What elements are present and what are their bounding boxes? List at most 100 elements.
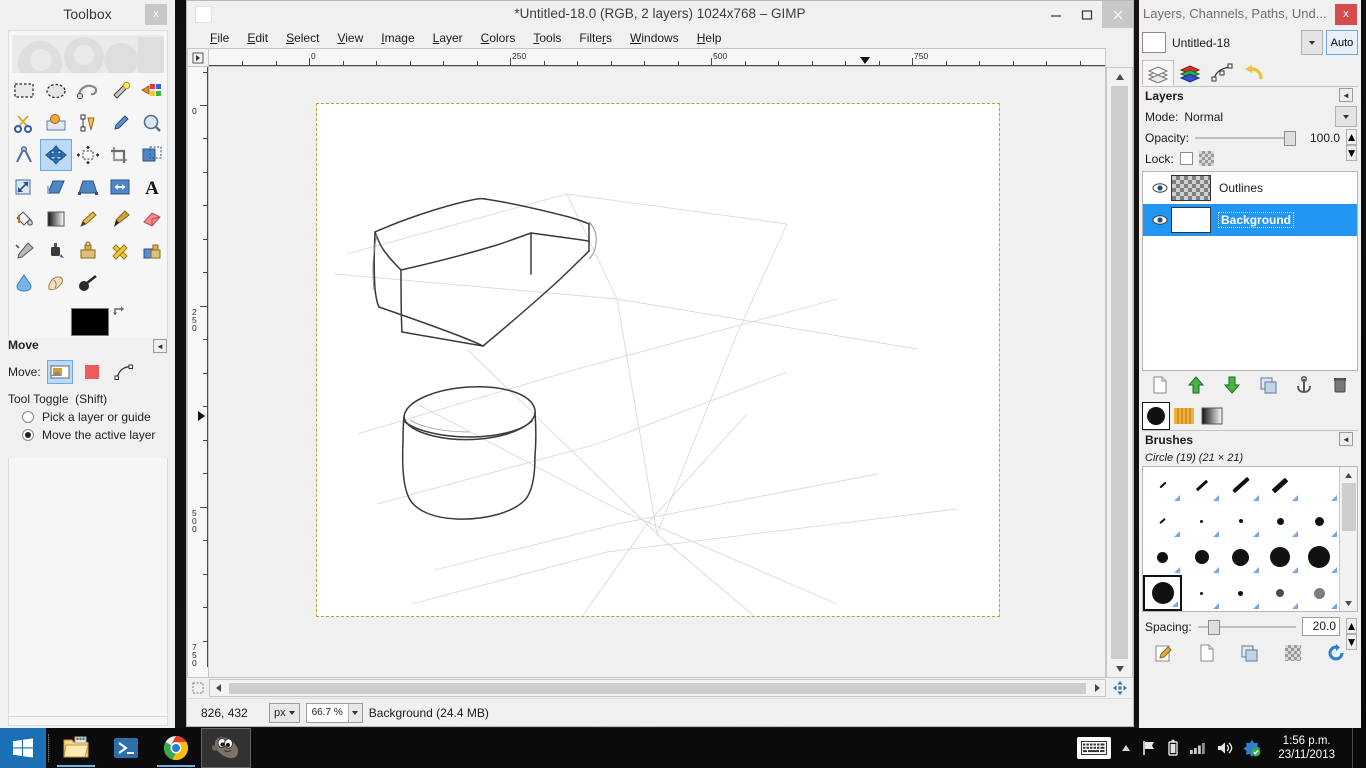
tab-undo-history[interactable] xyxy=(1238,60,1270,86)
move-selection-mode-button[interactable] xyxy=(79,360,105,384)
dodge-burn-tool-icon[interactable] xyxy=(72,267,104,299)
measure-tool-icon[interactable] xyxy=(8,139,40,171)
brush-item[interactable] xyxy=(1261,503,1300,539)
quick-mask-button[interactable] xyxy=(187,679,209,697)
taskbar-chrome[interactable] xyxy=(151,728,201,768)
tab-patterns[interactable] xyxy=(1170,402,1198,430)
new-layer-button[interactable] xyxy=(1147,374,1173,396)
bucket-fill-tool-icon[interactable] xyxy=(8,203,40,235)
gradient-tool-icon[interactable] xyxy=(40,203,72,235)
layer-opacity-value[interactable]: 100.0 xyxy=(1302,131,1340,145)
navigation-preview-button[interactable] xyxy=(1106,679,1133,697)
menu-layer[interactable]: Layer xyxy=(424,29,472,47)
move-active-layer-radio[interactable] xyxy=(22,429,34,441)
layer-thumbnail[interactable] xyxy=(1171,207,1211,233)
maximize-button[interactable] xyxy=(1071,1,1102,28)
brush-spacing-slider[interactable] xyxy=(1198,619,1296,635)
brush-item-selected[interactable] xyxy=(1143,575,1182,611)
dock-titlebar[interactable]: Layers, Channels, Paths, Und... x xyxy=(1139,0,1361,29)
raise-layer-button[interactable] xyxy=(1183,374,1209,396)
tab-gradients[interactable] xyxy=(1198,402,1226,430)
layer-name[interactable]: Background xyxy=(1219,213,1293,227)
unit-selector[interactable]: px xyxy=(269,703,300,723)
tab-brushes[interactable] xyxy=(1142,402,1170,430)
delete-layer-button[interactable] xyxy=(1327,374,1353,396)
taskbar-powershell[interactable] xyxy=(101,728,151,768)
move-layer-mode-button[interactable] xyxy=(47,360,73,384)
lower-layer-button[interactable] xyxy=(1219,374,1245,396)
taskbar-file-explorer[interactable] xyxy=(51,728,101,768)
layer-visibility-icon[interactable] xyxy=(1149,182,1171,194)
table-row[interactable]: Outlines xyxy=(1143,172,1357,204)
vertical-scroll-thumb[interactable] xyxy=(1111,86,1128,659)
brush-scroll-down-button[interactable] xyxy=(1340,595,1357,611)
clone-tool-icon[interactable] xyxy=(72,235,104,267)
brush-item[interactable] xyxy=(1300,575,1339,611)
edit-brush-button[interactable] xyxy=(1151,642,1177,664)
brush-item[interactable] xyxy=(1300,467,1339,503)
eraser-tool-icon[interactable] xyxy=(136,203,168,235)
table-row[interactable]: Background xyxy=(1143,204,1357,236)
volume-icon[interactable] xyxy=(1216,740,1234,756)
perspective-tool-icon[interactable] xyxy=(72,171,104,203)
layer-visibility-icon[interactable] xyxy=(1149,214,1171,226)
rect-select-tool-icon[interactable] xyxy=(8,75,40,107)
scroll-left-button[interactable] xyxy=(210,680,227,697)
battery-icon[interactable] xyxy=(1166,739,1180,757)
swap-colors-icon[interactable] xyxy=(112,305,126,319)
text-tool-icon[interactable]: A xyxy=(136,171,168,203)
move-path-mode-button[interactable] xyxy=(111,360,137,384)
brush-item[interactable] xyxy=(1143,539,1182,575)
scale-tool-icon[interactable] xyxy=(8,171,40,203)
duplicate-layer-button[interactable] xyxy=(1255,374,1281,396)
brush-item[interactable] xyxy=(1221,575,1260,611)
brush-item[interactable] xyxy=(1261,467,1300,503)
menu-tools[interactable]: Tools xyxy=(524,29,570,47)
vertical-ruler[interactable]: 0 250 500 750 xyxy=(187,67,209,678)
menu-help[interactable]: Help xyxy=(688,29,731,47)
brushes-menu-button[interactable]: ◄ xyxy=(1339,432,1353,446)
menu-image[interactable]: Image xyxy=(372,29,423,47)
layer-thumbnail[interactable] xyxy=(1171,175,1211,201)
image-canvas[interactable] xyxy=(209,67,1106,678)
tab-channels[interactable] xyxy=(1174,60,1206,86)
alignment-tool-icon[interactable] xyxy=(72,139,104,171)
brush-item[interactable] xyxy=(1182,539,1221,575)
pencil-tool-icon[interactable] xyxy=(72,203,104,235)
layer-opacity-slider[interactable] xyxy=(1195,130,1296,146)
menu-windows[interactable]: Windows xyxy=(621,29,688,47)
layer-opacity-stepper[interactable]: ▲▼ xyxy=(1346,129,1357,146)
layers-menu-button[interactable]: ◄ xyxy=(1339,88,1353,102)
show-desktop-button[interactable] xyxy=(1352,728,1360,768)
horizontal-ruler[interactable]: 0 250 500 750 1000 xyxy=(209,48,1106,67)
network-icon[interactable] xyxy=(1189,741,1207,755)
flag-icon[interactable] xyxy=(1141,740,1157,756)
brush-item[interactable] xyxy=(1261,539,1300,575)
toolbox-close-button[interactable]: x xyxy=(145,4,167,25)
ink-tool-icon[interactable] xyxy=(40,235,72,267)
free-select-tool-icon[interactable] xyxy=(72,75,104,107)
brush-item[interactable] xyxy=(1300,539,1339,575)
move-tool-icon[interactable] xyxy=(40,139,72,171)
tool-options-menu-button[interactable]: ◄ xyxy=(153,339,167,353)
brush-spacing-stepper[interactable]: ▲▼ xyxy=(1346,618,1357,635)
scroll-down-button[interactable] xyxy=(1107,660,1132,677)
brush-item[interactable] xyxy=(1221,467,1260,503)
brush-item[interactable] xyxy=(1261,575,1300,611)
zoom-selector[interactable]: 66.7 % xyxy=(306,703,363,723)
perspective-clone-tool-icon[interactable] xyxy=(136,235,168,267)
brush-scrollbar[interactable] xyxy=(1339,467,1357,611)
color-picker-tool-icon[interactable] xyxy=(104,107,136,139)
paths-tool-icon[interactable] xyxy=(72,107,104,139)
smudge-tool-icon[interactable] xyxy=(40,267,72,299)
wilber-drop-area[interactable] xyxy=(12,35,164,73)
foreground-color-swatch[interactable] xyxy=(71,308,109,336)
pick-layer-radio[interactable] xyxy=(22,411,34,423)
fuzzy-select-tool-icon[interactable] xyxy=(104,75,136,107)
menu-view[interactable]: View xyxy=(328,29,372,47)
move-active-layer-radio-row[interactable]: Move the active layer xyxy=(0,426,175,444)
lock-alpha-channel-button[interactable] xyxy=(1199,151,1214,166)
minimize-button[interactable] xyxy=(1040,1,1071,28)
tab-paths[interactable] xyxy=(1206,60,1238,86)
ruler-origin-button[interactable] xyxy=(187,48,209,67)
